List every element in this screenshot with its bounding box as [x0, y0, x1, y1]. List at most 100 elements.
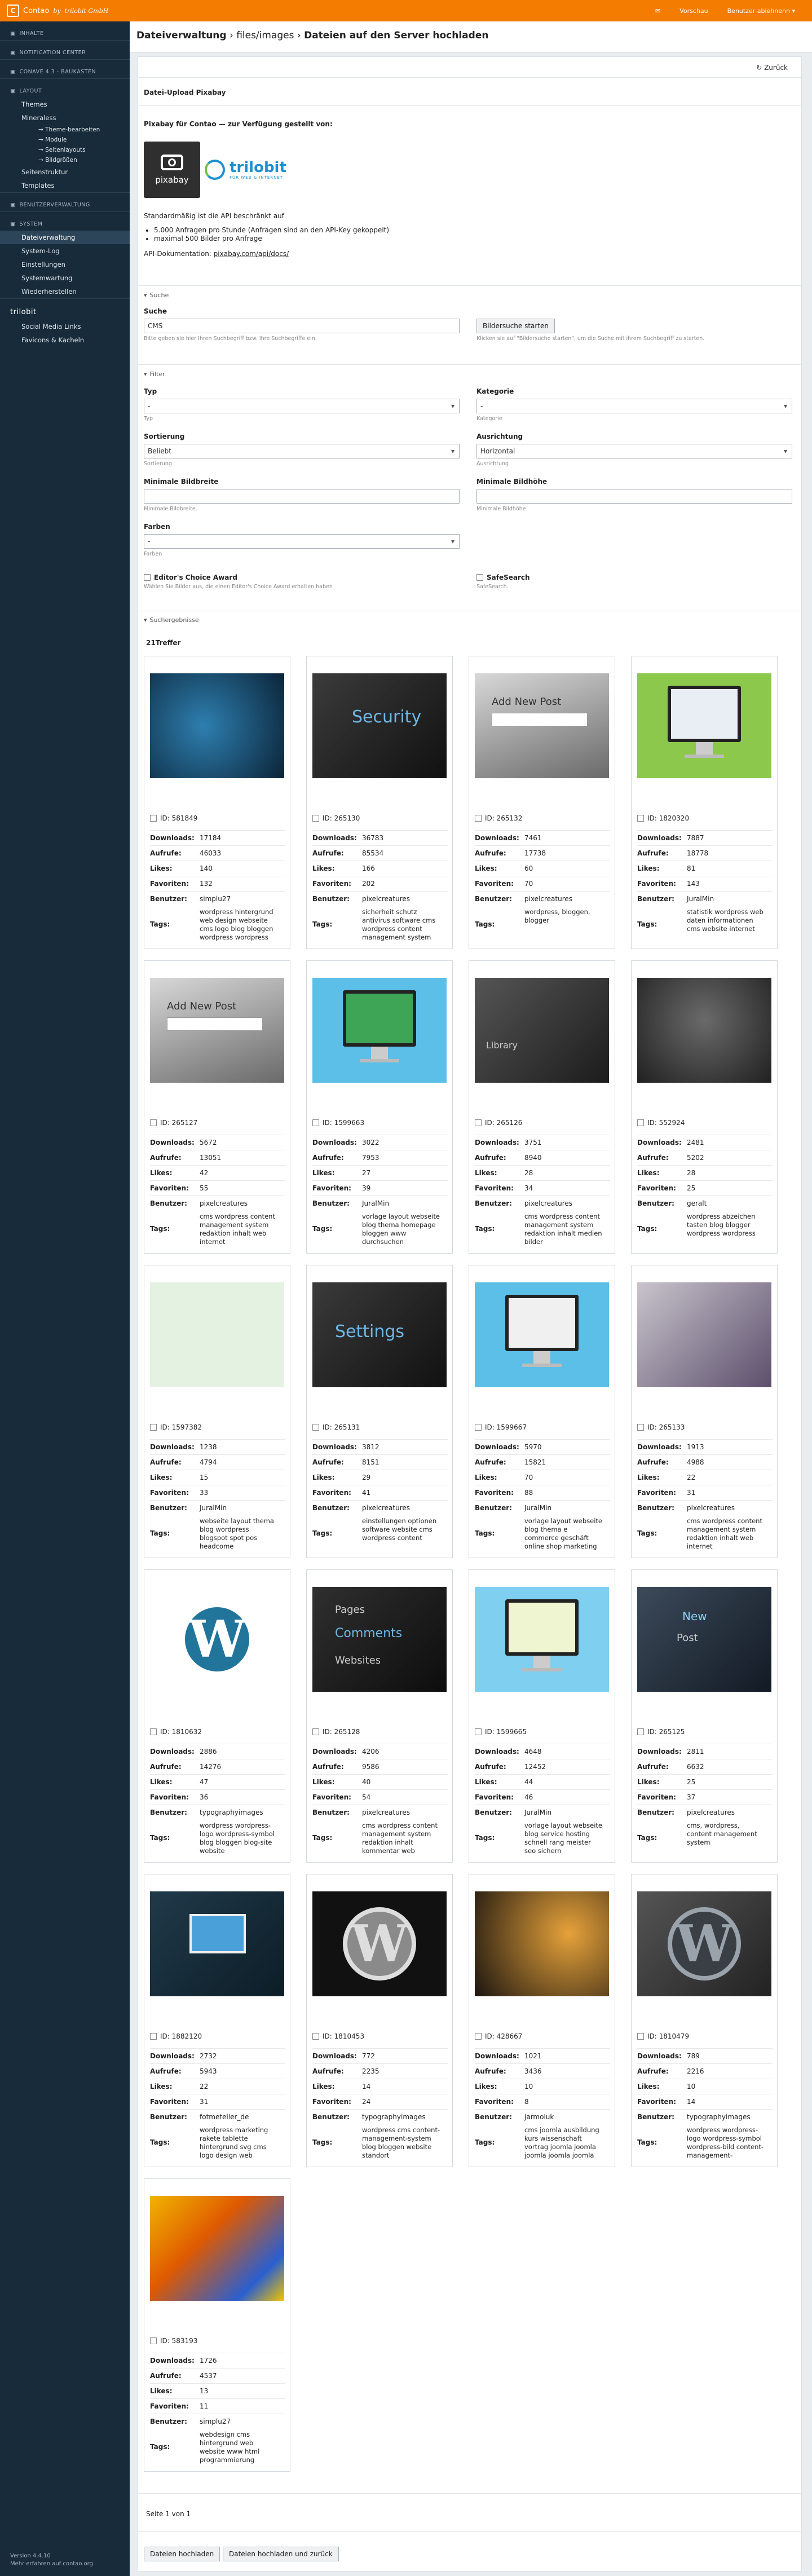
select-checkbox[interactable]: [312, 1424, 319, 1431]
result-thumbnail[interactable]: [475, 1282, 609, 1387]
select-checkbox[interactable]: [150, 815, 157, 822]
result-thumbnail[interactable]: Library: [475, 978, 609, 1083]
result-thumbnail[interactable]: [637, 1282, 771, 1387]
result-id[interactable]: ID: 1599665: [475, 1728, 527, 1736]
breadcrumb-part-2[interactable]: files/images: [236, 30, 294, 41]
result-thumbnail[interactable]: New Post: [637, 1587, 771, 1692]
safesearch-checkbox[interactable]: SafeSearch: [476, 574, 530, 581]
result-id[interactable]: ID: 265125: [637, 1728, 685, 1736]
contao-logo[interactable]: C Contao by trilobit GmbH: [0, 5, 108, 17]
result-id[interactable]: ID: 265127: [150, 1119, 197, 1127]
result-id[interactable]: ID: 1810632: [150, 1728, 202, 1736]
sidebar-item[interactable]: → Seitenlayouts: [0, 145, 130, 155]
result-thumbnail[interactable]: [150, 1282, 284, 1387]
bell-icon[interactable]: ✉: [655, 7, 660, 15]
back-link[interactable]: ↻ Zurück: [756, 64, 788, 72]
result-thumbnail[interactable]: [637, 978, 771, 1083]
sidebar-item[interactable]: System-Log: [0, 244, 130, 258]
select-checkbox[interactable]: [150, 1119, 157, 1126]
category-select[interactable]: -: [476, 399, 792, 413]
result-id[interactable]: ID: 1820320: [637, 814, 689, 822]
result-id[interactable]: ID: 1810453: [312, 2032, 364, 2040]
result-id[interactable]: ID: 552924: [637, 1119, 685, 1127]
result-id[interactable]: ID: 265131: [312, 1423, 360, 1431]
result-thumbnail[interactable]: [637, 673, 771, 778]
sidebar-section-header[interactable]: ▣ BENUTZERVERWALTUNG: [0, 192, 130, 211]
search-legend[interactable]: ▾ Suche: [144, 292, 169, 299]
select-checkbox[interactable]: [312, 1119, 319, 1126]
user-menu[interactable]: Benutzer ablehnenn ▾: [727, 7, 795, 15]
select-checkbox[interactable]: [475, 815, 482, 822]
preview-link[interactable]: Vorschau: [679, 7, 708, 15]
sidebar-item[interactable]: Social Media Links: [0, 320, 130, 333]
result-id[interactable]: ID: 583193: [150, 2337, 197, 2345]
select-checkbox[interactable]: [637, 1119, 644, 1126]
result-id[interactable]: ID: 581849: [150, 814, 197, 822]
filter-legend[interactable]: ▾ Filter: [144, 370, 165, 378]
result-id[interactable]: ID: 265132: [475, 814, 522, 822]
select-checkbox[interactable]: [150, 1424, 157, 1431]
sidebar-item[interactable]: Themes: [0, 98, 130, 111]
result-thumbnail[interactable]: W: [150, 1587, 284, 1692]
sidebar-section-header[interactable]: ▣ CONAVE 4.3 - BAUKASTEN: [0, 59, 130, 78]
result-thumbnail[interactable]: [150, 673, 284, 778]
search-input[interactable]: [144, 319, 460, 333]
result-id[interactable]: ID: 428667: [475, 2032, 522, 2040]
select-checkbox[interactable]: [150, 2033, 157, 2040]
sidebar-item[interactable]: Einstellungen: [0, 258, 130, 271]
sort-select[interactable]: Beliebt: [144, 444, 460, 458]
orientation-select[interactable]: Horizontal: [476, 444, 792, 458]
result-thumbnail[interactable]: W: [312, 1891, 447, 1996]
sidebar-item[interactable]: Favicons & Kacheln: [0, 333, 130, 347]
select-checkbox[interactable]: [475, 1424, 482, 1431]
checkbox-box[interactable]: [476, 574, 483, 581]
result-thumbnail[interactable]: Settings: [312, 1282, 447, 1387]
type-select[interactable]: -: [144, 399, 460, 413]
sidebar-item[interactable]: → Theme-bearbeiten: [0, 125, 130, 135]
sidebar-item[interactable]: Systemwartung: [0, 271, 130, 285]
sidebar-section-trilobit[interactable]: trilobit: [0, 298, 130, 320]
sidebar-item[interactable]: Templates: [0, 179, 130, 192]
image-search-button[interactable]: Bildersuche starten: [476, 319, 555, 333]
sidebar-section-header[interactable]: ▣ SYSTEM: [0, 211, 130, 231]
breadcrumb-part-1[interactable]: Dateiverwaltung: [136, 30, 227, 41]
select-checkbox[interactable]: [475, 1728, 482, 1735]
result-thumbnail[interactable]: [475, 1587, 609, 1692]
result-id[interactable]: ID: 265130: [312, 814, 360, 822]
api-doc-link[interactable]: pixabay.com/api/docs/: [214, 250, 289, 258]
more-link[interactable]: Mehr erfahren auf contao.org: [10, 2560, 93, 2568]
result-id[interactable]: ID: 1599663: [312, 1119, 364, 1127]
upload-and-back-button[interactable]: Dateien hochladen und zurück: [223, 2547, 339, 2561]
editors-choice-checkbox[interactable]: Editor's Choice Award: [144, 574, 237, 581]
result-thumbnail[interactable]: [150, 1891, 284, 1996]
result-id[interactable]: ID: 265126: [475, 1119, 522, 1127]
select-checkbox[interactable]: [637, 1728, 644, 1735]
upload-button[interactable]: Dateien hochladen: [144, 2547, 220, 2561]
select-checkbox[interactable]: [637, 1424, 644, 1431]
result-thumbnail[interactable]: W: [637, 1891, 771, 1996]
result-thumbnail[interactable]: Security: [312, 673, 447, 778]
sidebar-section-header[interactable]: ▣ INHALTE: [0, 21, 130, 40]
sidebar-item[interactable]: → Bildgrößen: [0, 155, 130, 165]
sidebar-section-header[interactable]: ▣ LAYOUT: [0, 78, 130, 98]
result-thumbnail[interactable]: Add New Post: [150, 978, 284, 1083]
result-thumbnail[interactable]: Pages Comments Websites: [312, 1587, 447, 1692]
select-checkbox[interactable]: [637, 2033, 644, 2040]
select-checkbox[interactable]: [150, 2337, 157, 2344]
result-thumbnail[interactable]: [475, 1891, 609, 1996]
result-thumbnail[interactable]: Add New Post: [475, 673, 609, 778]
result-thumbnail[interactable]: [312, 978, 447, 1083]
checkbox-box[interactable]: [144, 574, 151, 581]
result-thumbnail[interactable]: [150, 2196, 284, 2301]
select-checkbox[interactable]: [637, 815, 644, 822]
result-id[interactable]: ID: 1810479: [637, 2032, 689, 2040]
select-checkbox[interactable]: [312, 2033, 319, 2040]
result-id[interactable]: ID: 1599667: [475, 1423, 527, 1431]
sidebar-item[interactable]: Wiederherstellen: [0, 285, 130, 298]
result-id[interactable]: ID: 265128: [312, 1728, 360, 1736]
results-legend[interactable]: ▾ Suchergebnisse: [144, 616, 199, 624]
sidebar-section-header[interactable]: ▣ NOTIFICATION CENTER: [0, 40, 130, 59]
min-height-input[interactable]: [476, 489, 792, 504]
select-checkbox[interactable]: [312, 815, 319, 822]
sidebar-item[interactable]: → Module: [0, 135, 130, 145]
